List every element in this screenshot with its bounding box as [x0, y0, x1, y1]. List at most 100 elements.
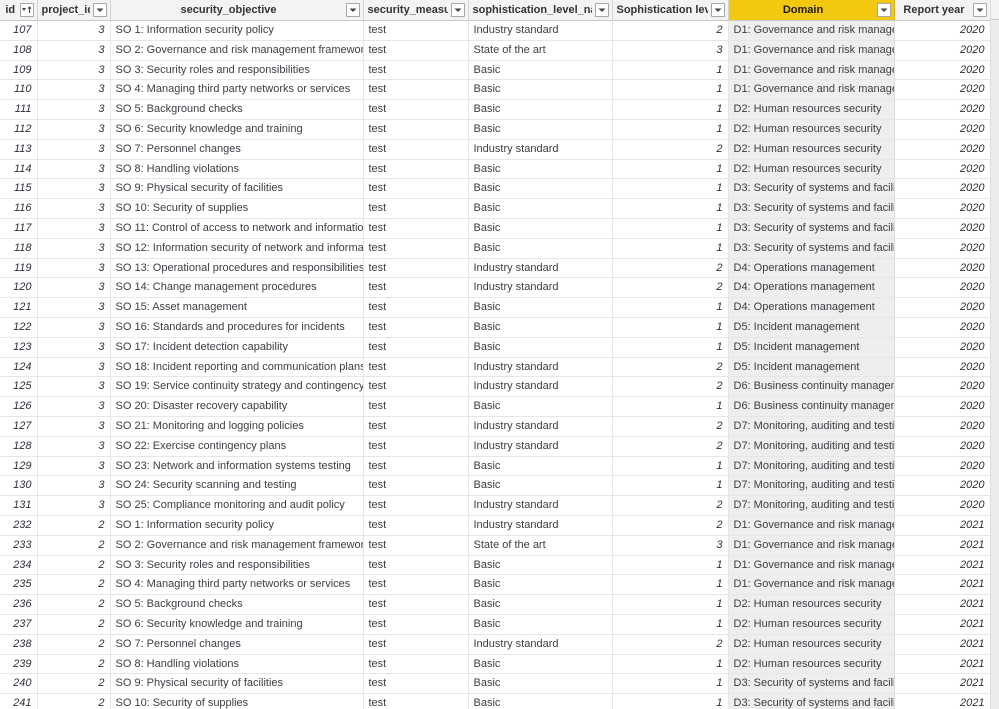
cell-meas[interactable]: test: [363, 178, 469, 200]
cell-year[interactable]: 2020: [894, 238, 991, 259]
cell-slevel[interactable]: 2: [612, 20, 729, 41]
cell-domain[interactable]: D1: Governance and risk management: [728, 574, 895, 596]
cell-id[interactable]: 120: [0, 277, 38, 299]
cell-meas[interactable]: test: [363, 317, 469, 338]
cell-slevel[interactable]: 2: [612, 376, 729, 398]
cell-meas[interactable]: test: [363, 139, 469, 160]
cell-id[interactable]: 131: [0, 495, 38, 516]
table-row[interactable]: 113 3 SO 7: Personnel changes test Industry …: [0, 139, 991, 160]
cell-slevel[interactable]: 1: [612, 594, 729, 615]
cell-slevel[interactable]: 1: [612, 555, 729, 576]
cell-sname[interactable]: Industry standard: [468, 277, 613, 299]
cell-domain[interactable]: D2: Human resources security: [728, 139, 895, 160]
cell-proj[interactable]: 3: [37, 258, 111, 279]
cell-sname[interactable]: Basic: [468, 178, 613, 200]
cell-meas[interactable]: test: [363, 654, 469, 675]
cell-sname[interactable]: Industry standard: [468, 20, 613, 41]
cell-slevel[interactable]: 1: [612, 159, 729, 180]
cell-slevel[interactable]: 2: [612, 416, 729, 437]
cell-domain[interactable]: D4: Operations management: [728, 258, 895, 279]
cell-year[interactable]: 2020: [894, 317, 991, 338]
cell-slevel[interactable]: 1: [612, 456, 729, 477]
cell-domain[interactable]: D3: Security of systems and facilities: [728, 198, 895, 219]
cell-domain[interactable]: D3: Security of systems and facilities: [728, 178, 895, 200]
cell-obj[interactable]: SO 7: Personnel changes: [110, 139, 364, 160]
cell-meas[interactable]: test: [363, 20, 469, 41]
cell-sname[interactable]: Basic: [468, 119, 613, 140]
table-row[interactable]: 238 2 SO 7: Personnel changes test Industry …: [0, 634, 991, 655]
cell-domain[interactable]: D7: Monitoring, auditing and testing: [728, 456, 895, 477]
cell-sname[interactable]: Basic: [468, 317, 613, 338]
cell-sname[interactable]: Industry standard: [468, 376, 613, 398]
cell-domain[interactable]: D1: Governance and risk management: [728, 40, 895, 61]
cell-id[interactable]: 129: [0, 456, 38, 477]
cell-sname[interactable]: State of the art: [468, 535, 613, 556]
table-row[interactable]: 107 3 SO 1: Information security policy tes…: [0, 20, 991, 41]
cell-year[interactable]: 2020: [894, 159, 991, 180]
cell-meas[interactable]: test: [363, 119, 469, 140]
cell-year[interactable]: 2020: [894, 198, 991, 219]
cell-obj[interactable]: SO 6: Security knowledge and training: [110, 614, 364, 635]
cell-sname[interactable]: Industry standard: [468, 515, 613, 536]
cell-sname[interactable]: Basic: [468, 297, 613, 318]
cell-id[interactable]: 119: [0, 258, 38, 279]
cell-meas[interactable]: test: [363, 79, 469, 101]
cell-id[interactable]: 238: [0, 634, 38, 655]
table-row[interactable]: 120 3 SO 14: Change management procedures t…: [0, 277, 991, 299]
cell-obj[interactable]: SO 6: Security knowledge and training: [110, 119, 364, 140]
cell-obj[interactable]: SO 17: Incident detection capability: [110, 337, 364, 358]
cell-obj[interactable]: SO 16: Standards and procedures for inci…: [110, 317, 364, 338]
cell-domain[interactable]: D2: Human resources security: [728, 654, 895, 675]
cell-obj[interactable]: SO 1: Information security policy: [110, 515, 364, 536]
cell-id[interactable]: 115: [0, 178, 38, 200]
cell-obj[interactable]: SO 21: Monitoring and logging policies: [110, 416, 364, 437]
filter-sort-asc-icon[interactable]: [19, 3, 34, 17]
table-row[interactable]: 236 2 SO 5: Background checks test Basic 1 D2:…: [0, 594, 991, 615]
cell-slevel[interactable]: 1: [612, 317, 729, 338]
cell-obj[interactable]: SO 2: Governance and risk management fra…: [110, 40, 364, 61]
cell-obj[interactable]: SO 22: Exercise contingency plans: [110, 436, 364, 457]
cell-domain[interactable]: D1: Governance and risk management: [728, 79, 895, 101]
table-row[interactable]: 232 2 SO 1: Information security policy tes…: [0, 515, 991, 536]
cell-obj[interactable]: SO 9: Physical security of facilities: [110, 178, 364, 200]
cell-sname[interactable]: Basic: [468, 555, 613, 576]
cell-year[interactable]: 2020: [894, 40, 991, 61]
cell-obj[interactable]: SO 15: Asset management: [110, 297, 364, 318]
cell-sname[interactable]: Basic: [468, 574, 613, 596]
cell-proj[interactable]: 3: [37, 436, 111, 457]
table-row[interactable]: 130 3 SO 24: Security scanning and testing…: [0, 475, 991, 497]
column-header-proj[interactable]: project_id: [37, 0, 111, 21]
cell-domain[interactable]: D7: Monitoring, auditing and testing: [728, 416, 895, 437]
cell-year[interactable]: 2020: [894, 258, 991, 279]
cell-id[interactable]: 122: [0, 317, 38, 338]
cell-slevel[interactable]: 3: [612, 535, 729, 556]
cell-proj[interactable]: 3: [37, 277, 111, 299]
cell-meas[interactable]: test: [363, 238, 469, 259]
table-row[interactable]: 110 3 SO 4: Managing third party networks …: [0, 79, 991, 101]
cell-id[interactable]: 239: [0, 654, 38, 675]
cell-obj[interactable]: SO 13: Operational procedures and respon…: [110, 258, 364, 279]
cell-domain[interactable]: D6: Business continuity management: [728, 396, 895, 417]
table-row[interactable]: 131 3 SO 25: Compliance monitoring and aud…: [0, 495, 991, 516]
cell-slevel[interactable]: 3: [612, 40, 729, 61]
cell-proj[interactable]: 2: [37, 555, 111, 576]
cell-meas[interactable]: test: [363, 277, 469, 299]
cell-sname[interactable]: Industry standard: [468, 634, 613, 655]
table-row[interactable]: 235 2 SO 4: Managing third party networks …: [0, 574, 991, 596]
cell-obj[interactable]: SO 11: Control of access to network and …: [110, 218, 364, 239]
cell-proj[interactable]: 3: [37, 357, 111, 378]
cell-obj[interactable]: SO 23: Network and information systems t…: [110, 456, 364, 477]
cell-year[interactable]: 2020: [894, 357, 991, 378]
cell-year[interactable]: 2020: [894, 475, 991, 497]
cell-sname[interactable]: Basic: [468, 159, 613, 180]
cell-id[interactable]: 118: [0, 238, 38, 259]
cell-domain[interactable]: D3: Security of systems and facilities: [728, 673, 895, 695]
table-row[interactable]: 117 3 SO 11: Control of access to network …: [0, 218, 991, 239]
cell-domain[interactable]: D2: Human resources security: [728, 594, 895, 615]
column-header-meas[interactable]: security_measure: [363, 0, 469, 21]
cell-domain[interactable]: D1: Governance and risk management: [728, 60, 895, 81]
cell-id[interactable]: 125: [0, 376, 38, 398]
cell-slevel[interactable]: 1: [612, 574, 729, 596]
cell-meas[interactable]: test: [363, 376, 469, 398]
table-row[interactable]: 128 3 SO 22: Exercise contingency plans tes…: [0, 436, 991, 457]
